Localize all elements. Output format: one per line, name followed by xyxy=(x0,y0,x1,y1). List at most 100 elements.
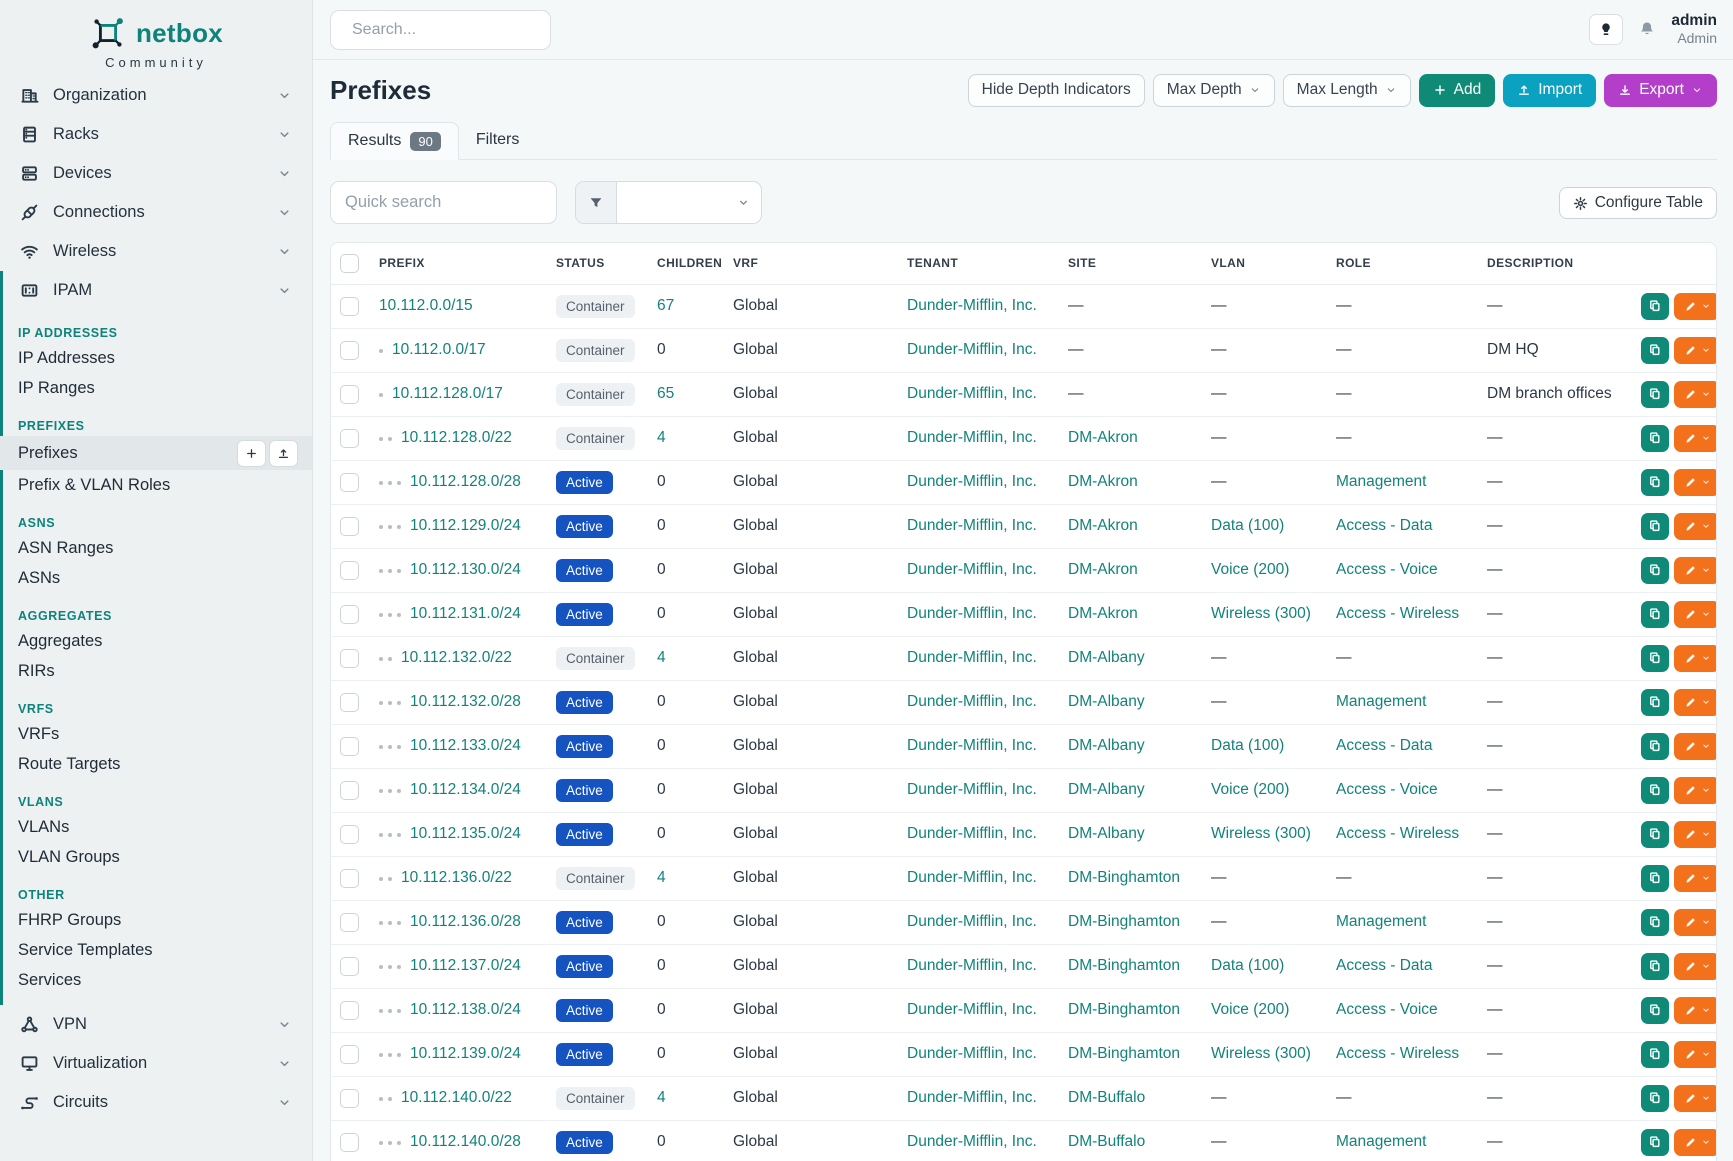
prefix-link[interactable]: 10.112.140.0/28 xyxy=(410,1133,521,1150)
add-prefix-button[interactable] xyxy=(237,440,266,467)
copy-button[interactable] xyxy=(1641,1129,1669,1156)
site-link[interactable]: DM-Albany xyxy=(1068,825,1145,842)
saved-filter-select[interactable] xyxy=(617,182,761,223)
edit-dropdown-button[interactable] xyxy=(1674,1085,1716,1112)
site-link[interactable]: DM-Akron xyxy=(1068,561,1138,578)
add-button[interactable]: Add xyxy=(1419,74,1496,107)
tenant-link[interactable]: Dunder-Mifflin, Inc. xyxy=(907,913,1037,930)
tenant-link[interactable]: Dunder-Mifflin, Inc. xyxy=(907,1089,1037,1106)
sidebar-item-prefix-vlan-roles[interactable]: Prefix & VLAN Roles xyxy=(0,470,312,500)
copy-button[interactable] xyxy=(1641,425,1669,452)
children-count-link[interactable]: 4 xyxy=(657,1089,666,1106)
role-link[interactable]: Access - Wireless xyxy=(1336,1045,1459,1062)
row-checkbox[interactable] xyxy=(340,385,359,404)
copy-button[interactable] xyxy=(1641,469,1669,496)
role-link[interactable]: Access - Data xyxy=(1336,957,1432,974)
role-link[interactable]: Management xyxy=(1336,693,1426,710)
max-depth-dropdown[interactable]: Max Depth xyxy=(1153,74,1275,107)
sidebar-item-devices[interactable]: Devices xyxy=(0,154,312,193)
edit-dropdown-button[interactable] xyxy=(1674,733,1716,760)
copy-button[interactable] xyxy=(1641,865,1669,892)
sidebar-item-vlans[interactable]: VLANs xyxy=(0,812,312,842)
tenant-link[interactable]: Dunder-Mifflin, Inc. xyxy=(907,341,1037,358)
user-menu[interactable]: admin Admin xyxy=(1671,12,1717,47)
copy-button[interactable] xyxy=(1641,513,1669,540)
sidebar-item-connections[interactable]: Connections xyxy=(0,193,312,232)
tenant-link[interactable]: Dunder-Mifflin, Inc. xyxy=(907,605,1037,622)
role-link[interactable]: Access - Voice xyxy=(1336,781,1438,798)
row-checkbox[interactable] xyxy=(340,473,359,492)
site-link[interactable]: DM-Binghamton xyxy=(1068,957,1180,974)
prefix-link[interactable]: 10.112.131.0/24 xyxy=(410,605,521,622)
row-checkbox[interactable] xyxy=(340,913,359,932)
quick-search[interactable] xyxy=(330,181,557,224)
children-count-link[interactable]: 4 xyxy=(657,649,666,666)
row-checkbox[interactable] xyxy=(340,517,359,536)
site-link[interactable]: DM-Akron xyxy=(1068,429,1138,446)
sidebar-item-services[interactable]: Services xyxy=(0,965,312,995)
children-count-link[interactable]: 67 xyxy=(657,297,674,314)
vlan-link[interactable]: Voice (200) xyxy=(1211,1001,1289,1018)
sidebar-item-vlan-groups[interactable]: VLAN Groups xyxy=(0,842,312,872)
row-checkbox[interactable] xyxy=(340,957,359,976)
prefix-link[interactable]: 10.112.137.0/24 xyxy=(410,957,521,974)
prefix-link[interactable]: 10.112.135.0/24 xyxy=(410,825,521,842)
export-dropdown[interactable]: Export xyxy=(1604,74,1717,107)
sidebar-item-virtualization[interactable]: Virtualization xyxy=(0,1044,312,1083)
copy-button[interactable] xyxy=(1641,997,1669,1024)
notifications-bell-icon[interactable] xyxy=(1638,20,1656,38)
sidebar-item-prefixes[interactable]: Prefixes xyxy=(0,436,312,470)
theme-toggle-button[interactable] xyxy=(1589,14,1623,45)
sidebar-item-asn-ranges[interactable]: ASN Ranges xyxy=(0,533,312,563)
row-checkbox[interactable] xyxy=(340,561,359,580)
copy-button[interactable] xyxy=(1641,689,1669,716)
row-checkbox[interactable] xyxy=(340,605,359,624)
edit-dropdown-button[interactable] xyxy=(1674,997,1716,1024)
role-link[interactable]: Access - Data xyxy=(1336,737,1432,754)
column-header-tenant[interactable]: TENANT xyxy=(899,243,1060,284)
site-link[interactable]: DM-Akron xyxy=(1068,605,1138,622)
column-header-role[interactable]: ROLE xyxy=(1328,243,1479,284)
copy-button[interactable] xyxy=(1641,733,1669,760)
prefix-link[interactable]: 10.112.128.0/17 xyxy=(392,385,503,402)
sidebar-item-wireless[interactable]: Wireless xyxy=(0,232,312,271)
import-prefix-button[interactable] xyxy=(269,440,298,467)
tenant-link[interactable]: Dunder-Mifflin, Inc. xyxy=(907,957,1037,974)
row-checkbox[interactable] xyxy=(340,869,359,888)
copy-button[interactable] xyxy=(1641,337,1669,364)
edit-dropdown-button[interactable] xyxy=(1674,689,1716,716)
prefix-link[interactable]: 10.112.136.0/22 xyxy=(401,869,512,886)
site-link[interactable]: DM-Binghamton xyxy=(1068,1001,1180,1018)
prefix-link[interactable]: 10.112.138.0/24 xyxy=(410,1001,521,1018)
edit-dropdown-button[interactable] xyxy=(1674,513,1716,540)
prefix-link[interactable]: 10.112.0.0/17 xyxy=(392,341,486,358)
role-link[interactable]: Access - Voice xyxy=(1336,561,1438,578)
column-header-vlan[interactable]: VLAN xyxy=(1203,243,1328,284)
site-link[interactable]: DM-Binghamton xyxy=(1068,1045,1180,1062)
sidebar-item-ip-ranges[interactable]: IP Ranges xyxy=(0,373,312,403)
max-length-dropdown[interactable]: Max Length xyxy=(1283,74,1411,107)
column-header-description[interactable]: DESCRIPTION xyxy=(1479,243,1633,284)
vlan-link[interactable]: Wireless (300) xyxy=(1211,1045,1311,1062)
vlan-link[interactable]: Wireless (300) xyxy=(1211,605,1311,622)
copy-button[interactable] xyxy=(1641,953,1669,980)
edit-dropdown-button[interactable] xyxy=(1674,865,1716,892)
role-link[interactable]: Access - Wireless xyxy=(1336,605,1459,622)
edit-dropdown-button[interactable] xyxy=(1674,337,1716,364)
edit-dropdown-button[interactable] xyxy=(1674,601,1716,628)
prefix-link[interactable]: 10.112.140.0/22 xyxy=(401,1089,512,1106)
column-header-site[interactable]: SITE xyxy=(1060,243,1203,284)
row-checkbox[interactable] xyxy=(340,297,359,316)
vlan-link[interactable]: Data (100) xyxy=(1211,517,1284,534)
copy-button[interactable] xyxy=(1641,381,1669,408)
site-link[interactable]: DM-Akron xyxy=(1068,517,1138,534)
site-link[interactable]: DM-Akron xyxy=(1068,473,1138,490)
sidebar-item-rirs[interactable]: RIRs xyxy=(0,656,312,686)
tenant-link[interactable]: Dunder-Mifflin, Inc. xyxy=(907,561,1037,578)
edit-dropdown-button[interactable] xyxy=(1674,1129,1716,1156)
edit-dropdown-button[interactable] xyxy=(1674,821,1716,848)
column-header-prefix[interactable]: PREFIX xyxy=(371,243,548,284)
vlan-link[interactable]: Voice (200) xyxy=(1211,781,1289,798)
tenant-link[interactable]: Dunder-Mifflin, Inc. xyxy=(907,517,1037,534)
role-link[interactable]: Management xyxy=(1336,913,1426,930)
